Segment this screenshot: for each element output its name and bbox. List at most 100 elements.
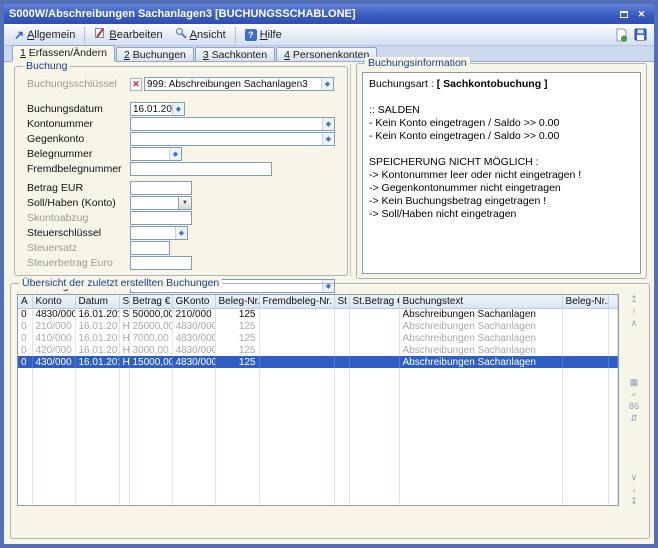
sort-icon[interactable]: ⇵	[627, 413, 641, 423]
bookings-list[interactable]: AKontoDatumSBetrag €GKontoBeleg-Nr.Fremd…	[17, 294, 619, 506]
cell: 0	[18, 308, 32, 320]
scroll-bottom-icon[interactable]: ↧	[627, 496, 641, 506]
column-header[interactable]: St	[334, 295, 349, 308]
cell: H	[119, 332, 129, 344]
field-value: 16.01.2013	[133, 104, 172, 115]
cell	[259, 356, 334, 368]
close-icon[interactable]: ✕	[634, 8, 649, 21]
column-header[interactable]: St.Betrag €	[349, 295, 399, 308]
steuerbetrag-field[interactable]	[130, 256, 192, 270]
column-header[interactable]: Betrag €	[129, 295, 172, 308]
cell	[119, 368, 129, 505]
field-label-steuersatz: Steuersatz	[27, 242, 130, 254]
spinner-icon[interactable]: ◆	[172, 103, 184, 115]
search-icon[interactable]: ⌕	[627, 389, 641, 399]
cell: Abschreibungen Sachanlagen	[399, 356, 562, 368]
steuersatz-field[interactable]	[130, 241, 170, 255]
menu-hilfe[interactable]: ? Hilfe	[239, 27, 288, 43]
spinner-icon[interactable]: ◆	[322, 118, 334, 130]
list-side-toolbar: ↥ ↑ ∧ ▦ ⌕ 86 ⇵ ∨ ↓ ↧	[625, 294, 643, 506]
cell	[259, 332, 334, 344]
spinner-icon[interactable]: ◆	[169, 148, 181, 160]
move-down-icon[interactable]: ↓	[627, 484, 641, 494]
chevron-down-icon[interactable]: ▼	[178, 197, 191, 209]
column-header[interactable]	[608, 295, 618, 308]
betrag-field[interactable]	[130, 181, 192, 195]
table-row[interactable]: 0410/00016.01.2013H7000,004830/000125Abs…	[18, 332, 618, 344]
menu-allgemein[interactable]: ↗ Allgemein	[8, 27, 81, 43]
spinner-icon[interactable]: ◆	[321, 78, 333, 90]
field-label-gegenkonto: Gegenkonto	[27, 133, 130, 145]
info-line: -> Gegenkontonummer nicht eingetragen	[369, 182, 634, 195]
clear-icon[interactable]: ✕	[130, 78, 142, 91]
help-icon: ?	[245, 29, 257, 41]
column-header[interactable]: S	[119, 295, 129, 308]
cell	[349, 356, 399, 368]
buchungsschluessel-combo[interactable]: 999: Abschreibungen Sachanlagen3 ◆	[144, 77, 334, 91]
cell: 4830/000	[172, 356, 215, 368]
step-down-icon[interactable]: ∨	[627, 472, 641, 482]
tab-sachkonten[interactable]: 3 Sachkonten	[195, 47, 275, 61]
table-row[interactable]: 0430/00016.01.2013H15000,004830/000125Ab…	[18, 356, 618, 368]
cell	[608, 308, 618, 320]
gegenkonto-combo[interactable]: ◆	[130, 132, 335, 146]
cell: 4830/000	[32, 308, 75, 320]
column-header[interactable]: Beleg-Nr.2	[562, 295, 608, 308]
fremdbelegnummer-field[interactable]	[130, 162, 272, 176]
cell: Abschreibungen Sachanlagen	[399, 344, 562, 356]
menu-ansicht[interactable]: Ansicht	[169, 25, 232, 44]
move-up-icon[interactable]: ↑	[627, 306, 641, 316]
cell	[562, 368, 608, 505]
tab-erfassen-aendern[interactable]: 1 Erfassen/Ändern	[12, 45, 115, 61]
tab-personenkonten[interactable]: 4 Personenkonten	[276, 47, 377, 61]
table-row[interactable]: 04830/00016.01.2013S50000,00210/000125Ab…	[18, 308, 618, 320]
column-header[interactable]: GKonto	[172, 295, 215, 308]
cell	[608, 356, 618, 368]
cell	[32, 368, 75, 505]
column-header[interactable]: Beleg-Nr.	[215, 295, 259, 308]
cell	[334, 356, 349, 368]
skontoabzug-field[interactable]	[130, 211, 192, 225]
spinner-icon[interactable]: ◆	[175, 227, 187, 239]
column-header[interactable]: Buchungstext	[399, 295, 562, 308]
column-header[interactable]: Konto	[32, 295, 75, 308]
info-line: -> Soll/Haben nicht eingetragen	[369, 208, 634, 221]
cell: 16.01.2013	[75, 332, 119, 344]
form-row: Fremdbelegnummer	[27, 162, 339, 176]
spinner-icon[interactable]: ◆	[322, 133, 334, 145]
belegnummer-field[interactable]: ◆	[130, 147, 182, 161]
info-line	[369, 143, 634, 156]
cell: 0	[18, 356, 32, 368]
column-header[interactable]: Datum	[75, 295, 119, 308]
table-row[interactable]: 0210/00016.01.2013H25000,004830/000125Ab…	[18, 320, 618, 332]
new-document-icon[interactable]	[612, 27, 631, 43]
cell	[18, 368, 32, 505]
splitter[interactable]	[350, 64, 351, 276]
column-header[interactable]: Fremdbeleg-Nr.	[259, 295, 334, 308]
form-row: Skontoabzug	[27, 211, 339, 225]
form-row: Soll/Haben (Konto) ▼	[27, 196, 339, 210]
table-row[interactable]: 0420/00016.01.2013H3000,004830/000125Abs…	[18, 344, 618, 356]
form-row: Buchungsschlüssel ✕ 999: Abschreibungen …	[27, 77, 339, 91]
info-line: :: SALDEN	[369, 104, 634, 117]
grid-icon[interactable]: ▦	[627, 377, 641, 387]
group-buchung: Buchung Buchungsschlüssel ✕ 999: Abschre…	[14, 66, 348, 276]
save-icon[interactable]	[631, 27, 650, 42]
column-header[interactable]: A	[18, 295, 32, 308]
soll-haben-dropdown[interactable]: ▼	[130, 196, 192, 210]
cell	[259, 320, 334, 332]
menu-bearbeiten[interactable]: Bearbeiten	[88, 25, 168, 44]
cell: 210/000	[32, 320, 75, 332]
tab-buchungen[interactable]: 2 Buchungen	[116, 47, 194, 61]
buchungsdatum-field[interactable]: 16.01.2013 ◆	[130, 102, 185, 116]
scroll-top-icon[interactable]: ↥	[627, 294, 641, 304]
cell	[259, 368, 334, 505]
field-label-soll-haben: Soll/Haben (Konto)	[27, 197, 130, 209]
group-buchungsinformation: Buchungsinformation Buchungsart : [ Sach…	[356, 63, 647, 279]
step-up-icon[interactable]: ∧	[627, 318, 641, 328]
side-icons-bottom: ∨ ↓ ↧	[627, 472, 641, 506]
counter-icon[interactable]: 86	[627, 401, 641, 411]
kontonummer-combo[interactable]: ◆	[130, 117, 335, 131]
restore-icon[interactable]	[616, 8, 631, 21]
steuerschluessel-combo[interactable]: ◆	[130, 226, 188, 240]
